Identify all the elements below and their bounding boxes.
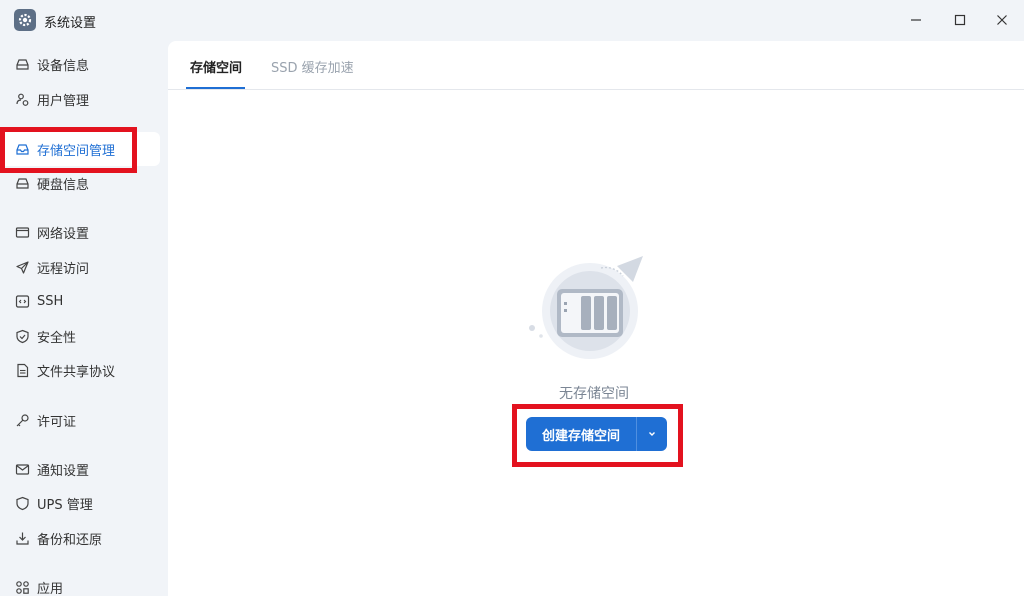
- main-panel: 存储空间 SSD 缓存加速 无存储空间 创建存储空间: [168, 41, 1024, 596]
- sidebar-item-label: UPS 管理: [37, 497, 93, 513]
- sidebar-item-ssh[interactable]: SSH: [0, 284, 160, 318]
- maximize-button[interactable]: [948, 8, 972, 32]
- apps-icon: [14, 579, 31, 596]
- sidebar-item-file-sharing[interactable]: 文件共享协议: [0, 353, 160, 387]
- sidebar-item-remote-access[interactable]: 远程访问: [0, 250, 160, 284]
- minimize-icon: [911, 19, 921, 21]
- tab-ssd-cache[interactable]: SSD 缓存加速: [271, 57, 354, 76]
- sidebar-item-label: 备份和还原: [37, 532, 103, 548]
- close-button[interactable]: [990, 8, 1014, 32]
- minimize-button[interactable]: [904, 8, 928, 32]
- sidebar-item-label: 文件共享协议: [37, 364, 116, 380]
- tab-bar: 存储空间 SSD 缓存加速: [168, 41, 1024, 90]
- tab-storage-space[interactable]: 存储空间: [190, 57, 242, 76]
- sidebar-item-label: SSH: [37, 293, 64, 309]
- shield-icon: [14, 328, 31, 345]
- sidebar-item-label: 通知设置: [37, 463, 90, 479]
- create-options-dropdown-button[interactable]: [637, 417, 667, 451]
- close-icon: [997, 15, 1007, 25]
- sidebar-item-label: 硬盘信息: [37, 177, 90, 193]
- sidebar-item-security[interactable]: 安全性: [0, 319, 160, 353]
- maximize-icon: [954, 14, 966, 26]
- sidebar-item-label: 安全性: [37, 330, 77, 346]
- sidebar-item-label: 许可证: [37, 414, 77, 430]
- sidebar-item-label: 用户管理: [37, 93, 90, 109]
- users-icon: [14, 91, 31, 108]
- sidebar-item-disk-info[interactable]: 硬盘信息: [0, 166, 160, 200]
- sidebar-item-label: 存储空间管理: [37, 143, 116, 159]
- shield-outline-icon: [14, 495, 31, 512]
- sidebar-item-device-info[interactable]: 设备信息: [0, 47, 160, 81]
- sidebar-item-network[interactable]: 网络设置: [0, 215, 160, 249]
- window-title: 系统设置: [44, 16, 97, 31]
- sidebar: 设备信息 用户管理 存储空间管理 硬盘信息 网络设置 远程访问 SSH 安全性 …: [0, 40, 168, 596]
- document-icon: [14, 362, 31, 379]
- create-storage-button[interactable]: 创建存储空间: [526, 417, 638, 451]
- drive-icon: [14, 56, 31, 73]
- network-icon: [14, 224, 31, 241]
- active-tab-indicator: [186, 87, 245, 89]
- disk-icon: [14, 175, 31, 192]
- create-storage-button-label: 创建存储空间: [542, 428, 621, 444]
- create-storage-button-group: 创建存储空间: [526, 417, 668, 451]
- sidebar-item-label: 设备信息: [37, 58, 90, 74]
- sidebar-item-license[interactable]: 许可证: [0, 403, 160, 437]
- sidebar-item-ups[interactable]: UPS 管理: [0, 486, 160, 520]
- sidebar-item-backup[interactable]: 备份和还原: [0, 521, 160, 555]
- chevron-down-icon: [649, 432, 656, 436]
- gear-icon: [14, 9, 36, 31]
- sidebar-item-apps[interactable]: 应用: [0, 570, 160, 596]
- sidebar-item-users[interactable]: 用户管理: [0, 82, 160, 116]
- send-icon: [14, 259, 31, 276]
- mail-icon: [14, 461, 31, 478]
- title-bar: 系统设置: [0, 0, 1024, 40]
- sidebar-item-storage[interactable]: 存储空间管理: [0, 132, 160, 166]
- sidebar-item-label: 应用: [37, 581, 64, 596]
- key-icon: [14, 412, 31, 429]
- sidebar-item-notifications[interactable]: 通知设置: [0, 452, 160, 486]
- empty-state-message: 无存储空间: [559, 386, 629, 402]
- storage-icon: [14, 141, 31, 158]
- backup-icon: [14, 530, 31, 547]
- sidebar-item-label: 网络设置: [37, 226, 90, 242]
- empty-storage-illustration: [523, 246, 653, 376]
- code-icon: [14, 293, 31, 310]
- sidebar-item-label: 远程访问: [37, 261, 90, 277]
